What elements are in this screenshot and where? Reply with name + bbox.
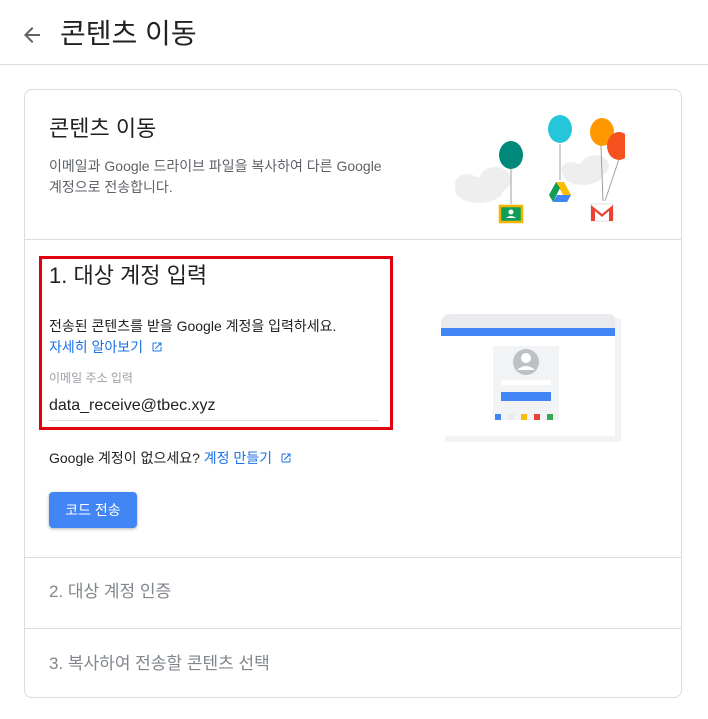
section-divider — [25, 557, 681, 558]
account-window-illustration — [441, 314, 621, 442]
create-account-label: 계정 만들기 — [203, 450, 273, 466]
page-title: 콘텐츠 이동 — [60, 18, 197, 49]
send-code-button[interactable]: 코드 전송 — [49, 492, 137, 528]
transfer-card: 콘텐츠 이동 이메일과 Google 드라이브 파일을 복사하여 다른 Goog… — [24, 89, 682, 698]
create-account-link[interactable]: 계정 만들기 — [204, 450, 292, 466]
email-field[interactable] — [49, 392, 379, 421]
step2-title[interactable]: 2. 대상 계정 인증 — [49, 580, 171, 604]
no-account-text: Google 계정이 없으세요? — [49, 450, 200, 466]
external-link-icon — [152, 342, 162, 352]
section-divider — [25, 628, 681, 629]
email-field-label: 이메일 주소 입력 — [49, 371, 133, 385]
top-bar: 콘텐츠 이동 — [0, 0, 708, 65]
step3-title[interactable]: 3. 복사하여 전송할 콘텐츠 선택 — [49, 652, 270, 676]
back-arrow-icon[interactable] — [20, 23, 44, 47]
section-divider — [25, 239, 681, 240]
no-account-prompt: Google 계정이 없으세요? 계정 만들기 — [49, 448, 292, 468]
step1-description: 전송된 콘텐츠를 받을 Google 계정을 입력하세요. 자세히 알아보기 — [49, 316, 389, 358]
external-link-icon — [281, 453, 291, 463]
step1-description-text: 전송된 콘텐츠를 받을 Google 계정을 입력하세요. — [49, 318, 337, 334]
balloons-illustration — [455, 115, 625, 224]
card-title: 콘텐츠 이동 — [49, 116, 157, 141]
learn-more-label: 자세히 알아보기 — [49, 339, 144, 355]
card-description: 이메일과 Google 드라이브 파일을 복사하여 다른 Google 계정으로… — [49, 158, 382, 195]
step1-title: 1. 대상 계정 입력 — [49, 263, 208, 288]
learn-more-link[interactable]: 자세히 알아보기 — [49, 339, 163, 355]
